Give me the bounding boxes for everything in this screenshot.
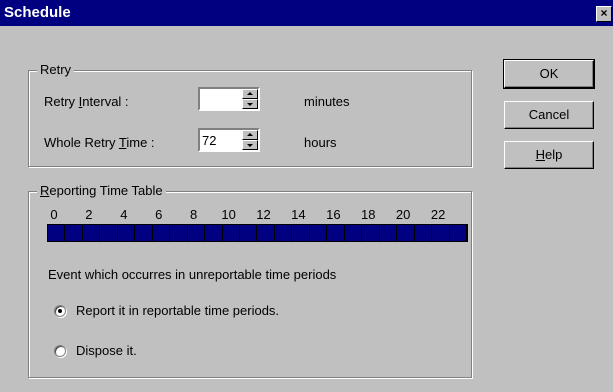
retry-interval-label: Retry Interval : bbox=[44, 94, 129, 109]
retry-group: Retry bbox=[28, 62, 472, 167]
event-description: Event which occurres in unreportable tim… bbox=[48, 267, 337, 282]
reporting-group-label: Reporting Time Table bbox=[37, 183, 166, 199]
dispose-option-label[interactable]: Dispose it. bbox=[76, 343, 137, 359]
time-cell[interactable] bbox=[135, 225, 153, 241]
title-bar: Schedule × bbox=[0, 0, 613, 26]
time-cell[interactable] bbox=[397, 225, 415, 241]
arrow-down-icon bbox=[247, 103, 253, 106]
whole-retry-time-input[interactable] bbox=[200, 130, 232, 150]
time-cell[interactable] bbox=[205, 225, 223, 241]
time-cell[interactable] bbox=[309, 225, 328, 241]
time-cell[interactable] bbox=[432, 225, 450, 241]
hour-label: 10 bbox=[221, 207, 236, 222]
time-cell[interactable] bbox=[117, 225, 136, 241]
retry-interval-spin-buttons bbox=[242, 89, 258, 109]
schedule-dialog: Schedule × Retry Retry Interval : minute… bbox=[0, 0, 613, 392]
help-button[interactable]: Help bbox=[504, 141, 594, 169]
whole-retry-time-label: Whole Retry Time : bbox=[44, 135, 155, 150]
radio-selected-dot bbox=[58, 309, 62, 313]
retry-interval-spinner[interactable] bbox=[198, 87, 260, 111]
window-title: Schedule bbox=[4, 4, 71, 21]
report-option-radio[interactable] bbox=[54, 305, 66, 317]
time-cell[interactable] bbox=[379, 225, 398, 241]
time-cell[interactable] bbox=[327, 225, 345, 241]
whole-retry-time-up-button[interactable] bbox=[242, 130, 258, 140]
hour-labels: 0 2 4 6 8 10 12 14 16 18 20 22 bbox=[48, 207, 468, 223]
hour-label: 12 bbox=[256, 207, 271, 222]
hour-label: 2 bbox=[85, 207, 93, 222]
time-cell[interactable] bbox=[257, 225, 275, 241]
hour-label: 14 bbox=[291, 207, 306, 222]
hour-label: 6 bbox=[155, 207, 163, 222]
hour-label: 4 bbox=[120, 207, 128, 222]
whole-retry-time-spinner[interactable] bbox=[198, 128, 260, 152]
time-cell[interactable] bbox=[344, 225, 363, 241]
arrow-up-icon bbox=[247, 92, 253, 95]
time-cell[interactable] bbox=[65, 225, 83, 241]
retry-interval-down-button[interactable] bbox=[242, 99, 258, 109]
hour-label: 22 bbox=[430, 207, 446, 222]
time-cell[interactable] bbox=[170, 225, 188, 241]
retry-interval-up-button[interactable] bbox=[242, 89, 258, 99]
retry-group-label: Retry bbox=[37, 62, 75, 78]
hour-label: 0 bbox=[50, 207, 58, 222]
whole-retry-time-unit: hours bbox=[304, 135, 337, 150]
time-cell[interactable] bbox=[362, 225, 380, 241]
time-cell[interactable] bbox=[48, 225, 66, 241]
hour-label: 18 bbox=[361, 207, 376, 222]
reporting-time-table[interactable] bbox=[47, 224, 468, 242]
report-option-label[interactable]: Report it in reportable time periods. bbox=[76, 303, 279, 319]
ok-button[interactable]: OK bbox=[503, 59, 595, 89]
dispose-option-radio[interactable] bbox=[54, 345, 66, 357]
retry-interval-input[interactable] bbox=[200, 89, 232, 109]
arrow-up-icon bbox=[247, 133, 253, 136]
time-cell[interactable] bbox=[82, 225, 101, 241]
cancel-button[interactable]: Cancel bbox=[504, 101, 594, 129]
time-cell[interactable] bbox=[274, 225, 293, 241]
time-cell[interactable] bbox=[414, 225, 433, 241]
hour-label: 16 bbox=[326, 207, 341, 222]
arrow-down-icon bbox=[247, 144, 253, 147]
time-cell[interactable] bbox=[292, 225, 310, 241]
time-cell[interactable] bbox=[222, 225, 241, 241]
time-cell[interactable] bbox=[187, 225, 206, 241]
time-cell[interactable] bbox=[240, 225, 258, 241]
close-icon: × bbox=[600, 6, 608, 20]
retry-interval-unit: minutes bbox=[304, 94, 350, 109]
hour-label: 8 bbox=[190, 207, 198, 222]
time-cell[interactable] bbox=[449, 225, 467, 241]
close-button[interactable]: × bbox=[596, 6, 612, 22]
hour-label: 20 bbox=[395, 207, 411, 222]
whole-retry-time-spin-buttons bbox=[242, 130, 258, 150]
whole-retry-time-down-button[interactable] bbox=[242, 140, 258, 150]
time-cell[interactable] bbox=[152, 225, 171, 241]
time-cell[interactable] bbox=[100, 225, 118, 241]
